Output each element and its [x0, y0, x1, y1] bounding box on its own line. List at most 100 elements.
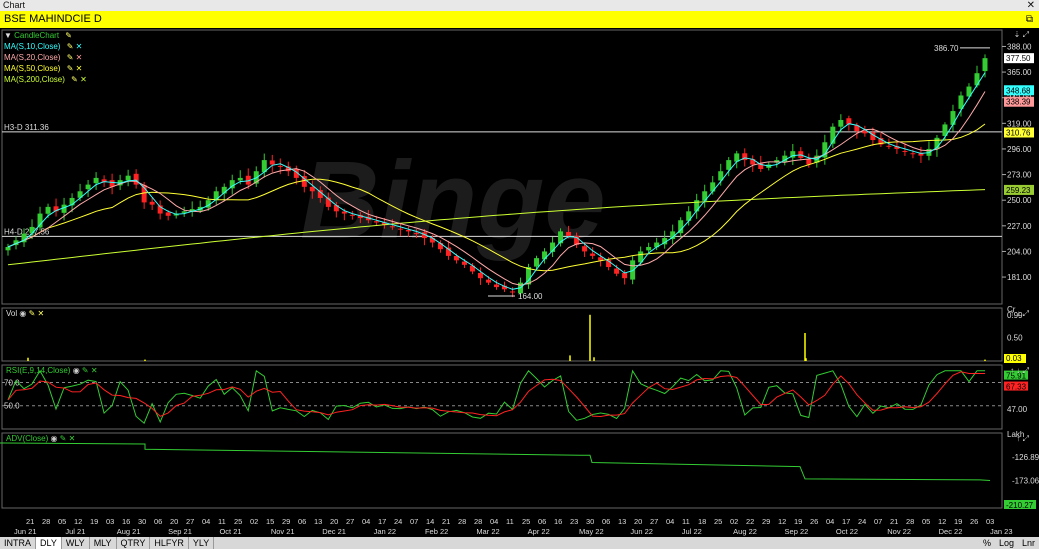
- x-month-label: Apr 22: [528, 527, 550, 536]
- chart-canvas[interactable]: Binge H3-D 311.36 H4-D 217.56 388.00 365.00 3…: [0, 28, 1039, 537]
- tab-yly[interactable]: YLY: [189, 537, 215, 549]
- price-badge-label: 310.76: [1006, 129, 1031, 138]
- x-month-label: Nov 22: [887, 527, 911, 536]
- x-month-label: Dec 21: [322, 527, 346, 536]
- log-toggle[interactable]: Log: [999, 538, 1014, 548]
- rsi-signal-badge-label: 67.33: [1006, 383, 1027, 392]
- legend-ma200[interactable]: MA(S,200,Close) ✎ ✕: [4, 74, 87, 85]
- x-day-label: 12: [938, 517, 946, 526]
- close-icon[interactable]: ✕: [76, 64, 83, 73]
- window-title: Chart: [3, 0, 26, 10]
- candle-body: [373, 221, 379, 223]
- tab-hlfyr[interactable]: HLFYR: [150, 537, 189, 549]
- legend: ▼ CandleChart ✎ MA(S,10,Close) ✎ ✕ MA(S,…: [4, 30, 87, 85]
- vol-pane-controls[interactable]: ↑ ↓ ⤢: [1010, 309, 1029, 319]
- x-day-label: 27: [186, 517, 194, 526]
- x-day-label: 11: [218, 517, 226, 526]
- candle-body: [165, 212, 171, 216]
- legend-ma20[interactable]: MA(S,20,Close) ✎ ✕: [4, 52, 87, 63]
- x-month-label: Nov 21: [271, 527, 295, 536]
- x-day-label: 27: [650, 517, 658, 526]
- legend-ma10[interactable]: MA(S,10,Close) ✎ ✕: [4, 41, 87, 52]
- x-day-label: 06: [298, 517, 306, 526]
- adv-pane-label: ADV(Close) ◉ ✎ ✕: [6, 434, 76, 443]
- rsi-level-label: 50.0: [4, 402, 20, 411]
- x-day-label: 18: [698, 517, 706, 526]
- candle-body: [566, 231, 572, 236]
- price-tick-label: 388.00: [1007, 42, 1032, 51]
- x-day-label: 12: [74, 517, 82, 526]
- close-icon[interactable]: ✕: [80, 75, 87, 84]
- vol-badge-label: 0.03: [1006, 354, 1022, 363]
- close-icon[interactable]: ✕: [76, 53, 83, 62]
- candle-body: [582, 246, 588, 252]
- candle-body: [485, 279, 491, 283]
- tab-qtry[interactable]: QTRY: [117, 537, 151, 549]
- candle-body: [622, 272, 628, 279]
- x-day-label: 03: [106, 517, 114, 526]
- adv-pane-controls[interactable]: ↑ ⤢: [1016, 434, 1029, 444]
- candle-body: [982, 58, 988, 72]
- linear-toggle[interactable]: Lnr: [1022, 538, 1035, 548]
- candle-body: [309, 186, 315, 192]
- x-day-label: 24: [394, 517, 402, 526]
- pencil-icon[interactable]: ✎: [63, 31, 72, 40]
- legend-candle[interactable]: ▼ CandleChart ✎: [4, 30, 87, 41]
- candle-body: [341, 211, 347, 214]
- pane-border: [1, 364, 1003, 430]
- price-tick-label: 181.00: [1007, 273, 1032, 282]
- x-day-label: 11: [682, 517, 690, 526]
- adv-tick-label: -126.89: [1012, 453, 1039, 462]
- tab-intra[interactable]: INTRA: [0, 537, 36, 549]
- pencil-icon[interactable]: ✎: [64, 64, 75, 73]
- candle-body: [477, 272, 483, 279]
- x-month-label: Jun 22: [630, 527, 653, 536]
- level-label: H3-D 311.36: [4, 123, 49, 132]
- candle-body: [910, 153, 916, 155]
- x-month-label: Aug 21: [117, 527, 141, 536]
- x-day-label: 20: [634, 517, 642, 526]
- x-day-label: 21: [890, 517, 898, 526]
- candle-body: [29, 226, 35, 234]
- candle-body: [125, 175, 131, 181]
- x-day-label: 17: [842, 517, 850, 526]
- close-icon[interactable]: ✕: [76, 42, 83, 51]
- restore-icon[interactable]: ⧉: [1026, 11, 1033, 28]
- candle-body: [85, 184, 91, 190]
- tab-dly[interactable]: DLY: [36, 537, 62, 549]
- x-day-label: 03: [986, 517, 994, 526]
- candle-body: [510, 291, 516, 293]
- candle-body: [349, 214, 355, 216]
- candle-body: [614, 268, 620, 274]
- x-day-label: 05: [58, 517, 66, 526]
- rsi-pane-controls[interactable]: ↑ ↓ ⤢: [1010, 366, 1029, 376]
- candle-body: [950, 111, 956, 125]
- x-day-label: 06: [602, 517, 610, 526]
- x-day-label: 26: [810, 517, 818, 526]
- price-tick-label: 273.00: [1007, 171, 1032, 180]
- percent-toggle[interactable]: %: [983, 538, 991, 548]
- x-day-label: 20: [330, 517, 338, 526]
- x-day-label: 07: [410, 517, 418, 526]
- price-tick-label: 365.00: [1007, 68, 1032, 77]
- rsi-tick-label: 47.00: [1007, 405, 1028, 414]
- tab-wly[interactable]: WLY: [62, 537, 90, 549]
- x-day-label: 15: [266, 517, 274, 526]
- window-titlebar: Chart ✕: [0, 0, 1039, 11]
- x-day-label: 04: [362, 517, 370, 526]
- x-month-label: Mar 22: [476, 527, 499, 536]
- legend-ma50[interactable]: MA(S,50,Close) ✎ ✕: [4, 63, 87, 74]
- level-label: H4-D 217.56: [4, 227, 50, 236]
- price-pane-controls[interactable]: ⇣ ⤢: [1014, 30, 1029, 40]
- tab-mly[interactable]: MLY: [90, 537, 117, 549]
- pencil-icon[interactable]: ✎: [64, 53, 75, 62]
- pencil-icon[interactable]: ✎: [69, 75, 80, 84]
- candle-body: [534, 258, 540, 267]
- pencil-icon[interactable]: ✎: [64, 42, 75, 51]
- close-icon[interactable]: ✕: [1027, 0, 1035, 11]
- candle-body: [630, 260, 636, 280]
- price-tick-label: 227.00: [1007, 222, 1032, 231]
- x-day-label: 12: [778, 517, 786, 526]
- x-day-label: 21: [26, 517, 34, 526]
- x-month-label: Oct 21: [219, 527, 241, 536]
